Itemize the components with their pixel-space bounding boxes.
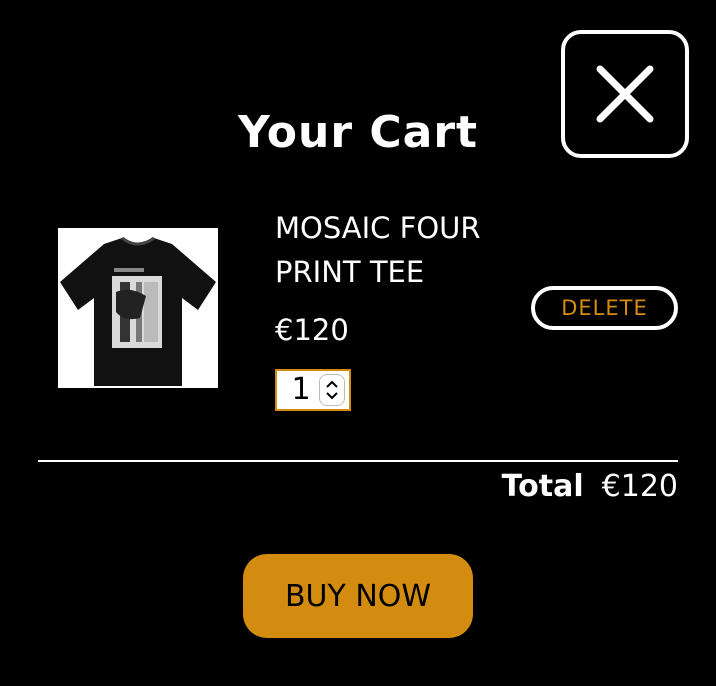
total-label: Total — [501, 468, 584, 504]
tshirt-image-icon — [60, 236, 216, 386]
chevron-up-icon[interactable] — [324, 378, 340, 390]
quantity-value[interactable]: 1 — [277, 371, 319, 409]
divider — [38, 460, 678, 462]
chevron-down-icon[interactable] — [324, 390, 340, 402]
product-price: €120 — [275, 313, 349, 347]
cart-title: Your Cart — [237, 107, 479, 158]
quantity-stepper[interactable]: 1 — [275, 369, 351, 411]
quantity-spinner[interactable] — [319, 374, 345, 406]
product-name: MOSAIC FOUR PRINT TEE — [275, 211, 481, 289]
delete-item-button[interactable]: DELETE — [531, 286, 678, 330]
total-row: Total €120 — [502, 464, 678, 508]
product-image — [58, 228, 218, 388]
buy-now-button[interactable]: BUY NOW — [243, 554, 473, 638]
total-value: €120 — [601, 468, 678, 504]
